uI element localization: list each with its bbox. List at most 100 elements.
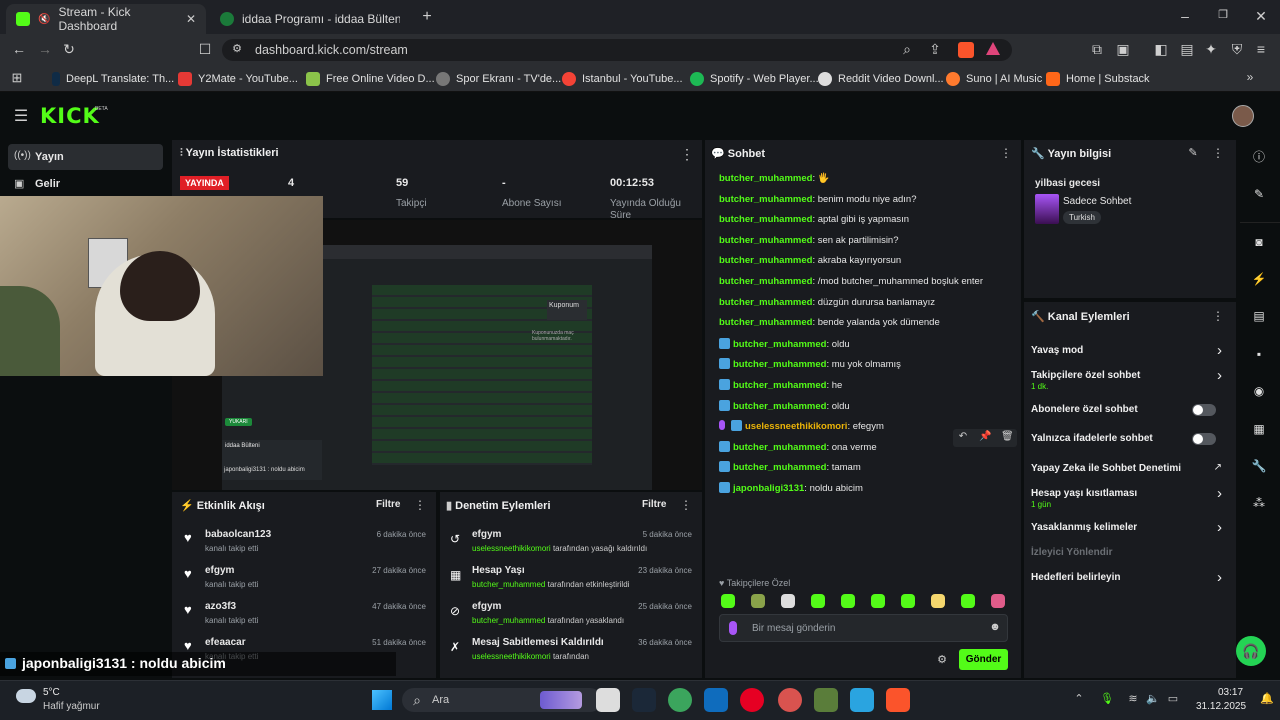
chat-message[interactable]: butcher_muhammed: düzgün durursa banlama…	[719, 297, 935, 308]
channel-action-item[interactable]: Hedefleri belirleyin ›	[1028, 569, 1232, 591]
pin-icon[interactable]: 📌	[979, 431, 991, 442]
emote-icon[interactable]	[961, 594, 975, 608]
moderation-item[interactable]: ▦ Hesap Yaşı butcher_muhammed tarafından e…	[444, 563, 698, 595]
tab-iddaa[interactable]: iddaa Programı - iddaa Bülteni | iddaa	[210, 4, 410, 34]
pencil-icon[interactable]: ✎	[1250, 185, 1268, 203]
minecraft-icon[interactable]	[814, 688, 838, 712]
bookmark-spotify[interactable]: Spotify - Web Player...	[690, 70, 819, 88]
menu-icon[interactable]: ≡	[1252, 41, 1270, 57]
chat-message[interactable]: butcher_muhammed: he	[719, 379, 842, 391]
game-icon[interactable]	[668, 688, 692, 712]
minimize-icon[interactable]: –	[1176, 8, 1194, 24]
channel-action-item[interactable]: Abonelere özel sohbet	[1028, 401, 1232, 423]
new-tab-icon[interactable]: +	[418, 8, 436, 26]
layout-icon[interactable]: ▦	[1250, 420, 1268, 438]
channel-action-item[interactable]: Yapay Zeka ile Sohbet Denetimi ↗	[1028, 460, 1232, 482]
more-bookmarks-icon[interactable]: »	[1242, 70, 1258, 84]
bookmark-reddit[interactable]: Reddit Video Downl...	[818, 70, 944, 88]
broadcast-sidebar-icon[interactable]: ◉	[1250, 382, 1268, 400]
chat-message[interactable]: butcher_muhammed: aptal gibi iş yapmasın	[719, 214, 909, 225]
emoji-icon[interactable]: ☻	[988, 621, 1002, 633]
chevron-right-icon[interactable]: ›	[1217, 519, 1222, 536]
chat-message[interactable]: butcher_muhammed: tamam	[719, 461, 861, 473]
pinterest-icon[interactable]	[740, 688, 764, 712]
volume-icon[interactable]: 🔈	[1146, 692, 1160, 705]
notepad-icon[interactable]	[850, 688, 874, 712]
bookmark-deepl[interactable]: DeepL Translate: Th...	[52, 70, 174, 88]
clipboard-icon[interactable]: ▤	[1250, 307, 1268, 325]
chat-message[interactable]: butcher_muhammed: ona verme	[719, 440, 877, 453]
moderation-filter-button[interactable]: Filtre	[642, 499, 666, 510]
chat-message[interactable]: butcher_muhammed: 🖐	[719, 173, 830, 184]
bookmark-freeonline[interactable]: Free Online Video D...	[306, 70, 435, 88]
avatar[interactable]	[1232, 105, 1254, 127]
channel-action-item[interactable]: Yalnızca ifadelerle sohbet	[1028, 430, 1232, 452]
tools-icon[interactable]: 🔧	[1250, 457, 1268, 475]
edit-icon[interactable]: ✎	[1186, 146, 1200, 159]
emote-icon[interactable]	[751, 594, 765, 608]
chat-message[interactable]: butcher_muhammed: mu yok olmamış	[719, 358, 901, 370]
sidebar-icon[interactable]: ◧	[1152, 41, 1170, 58]
bookmark-icon[interactable]: ☐	[196, 41, 214, 58]
chat-input[interactable]: Bir mesaj gönderin ☻	[719, 614, 1008, 642]
task-view-icon[interactable]	[596, 688, 620, 712]
chat-more-icon[interactable]: ⋮	[1000, 146, 1012, 160]
chevron-right-icon[interactable]: ›	[1217, 367, 1222, 384]
mic-tray-icon[interactable]: 🎙	[1100, 692, 1114, 705]
restore-icon[interactable]: ❐	[1214, 8, 1232, 21]
info-more-icon[interactable]: ⋮	[1212, 146, 1224, 160]
chat-message[interactable]: butcher_muhammed: benim modu niye adın?	[719, 194, 916, 205]
delete-icon[interactable]: 🗑	[1001, 431, 1014, 442]
wallet-icon[interactable]: ▤	[1178, 41, 1196, 58]
kick-logo[interactable]: KICK	[40, 104, 100, 128]
chat-message[interactable]: butcher_muhammed: akraba kayırıyorsun	[719, 255, 901, 266]
emote-icon[interactable]	[841, 594, 855, 608]
chevron-right-icon[interactable]: ›	[1217, 342, 1222, 359]
chat-message[interactable]: butcher_muhammed: oldu	[719, 337, 850, 350]
activity-item[interactable]: ♥ azo3f3 kanalı takip etti 47 dakika önce	[176, 599, 432, 631]
nodes-icon[interactable]: ⁂	[1250, 494, 1268, 512]
activity-item[interactable]: ♥ efgym kanalı takip etti 27 dakika önce	[176, 563, 432, 595]
bookmark-suno[interactable]: Suno | AI Music	[946, 70, 1042, 88]
brave-rewards-icon[interactable]	[986, 42, 1000, 55]
emote-icon[interactable]	[931, 594, 945, 608]
steam-icon[interactable]	[632, 688, 656, 712]
url-bar[interactable]: dashboard.kick.com/stream	[222, 39, 1012, 61]
lightning-sidebar-icon[interactable]: ⚡	[1250, 270, 1268, 288]
headset-support-icon[interactable]: 🎧	[1236, 636, 1266, 666]
leo-ai-icon[interactable]: ✦	[1202, 41, 1220, 58]
tab-stream[interactable]: 🔇 Stream - Kick Dashboard ✕	[6, 4, 206, 34]
chat-message[interactable]: japonbaligi3131: noldu abicim	[719, 482, 863, 494]
brave-shields-icon[interactable]	[958, 42, 974, 58]
apps-icon[interactable]: ⊞	[8, 70, 26, 86]
emote-icon[interactable]	[811, 594, 825, 608]
toggle-switch[interactable]	[1192, 433, 1216, 445]
reload-icon[interactable]: ↻	[60, 41, 78, 58]
back-icon[interactable]: ←	[10, 41, 28, 57]
chat-message[interactable]: butcher_muhammed: /mod butcher_muhammed …	[719, 276, 983, 287]
close-window-icon[interactable]: ✕	[1252, 8, 1270, 25]
channel-action-item[interactable]: Hesap yaşı kısıtlaması 1 gün ›	[1028, 485, 1232, 509]
bookmark-spor[interactable]: Spor Ekranı - TV'de...	[436, 70, 561, 88]
brave-taskbar-icon[interactable]	[886, 688, 910, 712]
chat-message[interactable]: uselessneethikikomori: efegym	[719, 420, 884, 432]
channel-actions-more-icon[interactable]: ⋮	[1212, 309, 1224, 323]
emote-icon[interactable]	[721, 594, 735, 608]
info-icon[interactable]: ⓘ	[1250, 148, 1268, 166]
zoom-icon[interactable]: ⌕	[898, 41, 916, 58]
windows-start-icon[interactable]	[372, 690, 392, 710]
bookmark-y2mate[interactable]: Y2Mate - YouTube...	[178, 70, 298, 88]
taskbar-search[interactable]: ⌕ Ara	[402, 688, 602, 712]
moderation-item[interactable]: ✗ Mesaj Sabitlemesi Kaldırıldı uselessneet…	[444, 635, 698, 667]
stats-more-icon[interactable]: ⋮	[680, 146, 694, 163]
wifi-icon[interactable]: ≋	[1126, 692, 1140, 705]
vpn-icon[interactable]: ⛨	[1228, 41, 1246, 58]
nav-item-gelir[interactable]: ▣ Gelir	[8, 172, 163, 196]
notification-icon[interactable]: 🔔	[1260, 692, 1274, 705]
moderation-item[interactable]: ↺ efgym uselessneethikikomori tarafından y…	[444, 527, 698, 559]
bookmark-substack[interactable]: Home | Substack	[1046, 70, 1150, 88]
emote-icon[interactable]	[991, 594, 1005, 608]
extensions-icon[interactable]: ⧉	[1088, 41, 1106, 58]
close-tab-icon[interactable]: ✕	[186, 12, 196, 26]
activity-more-icon[interactable]: ⋮	[414, 498, 426, 512]
